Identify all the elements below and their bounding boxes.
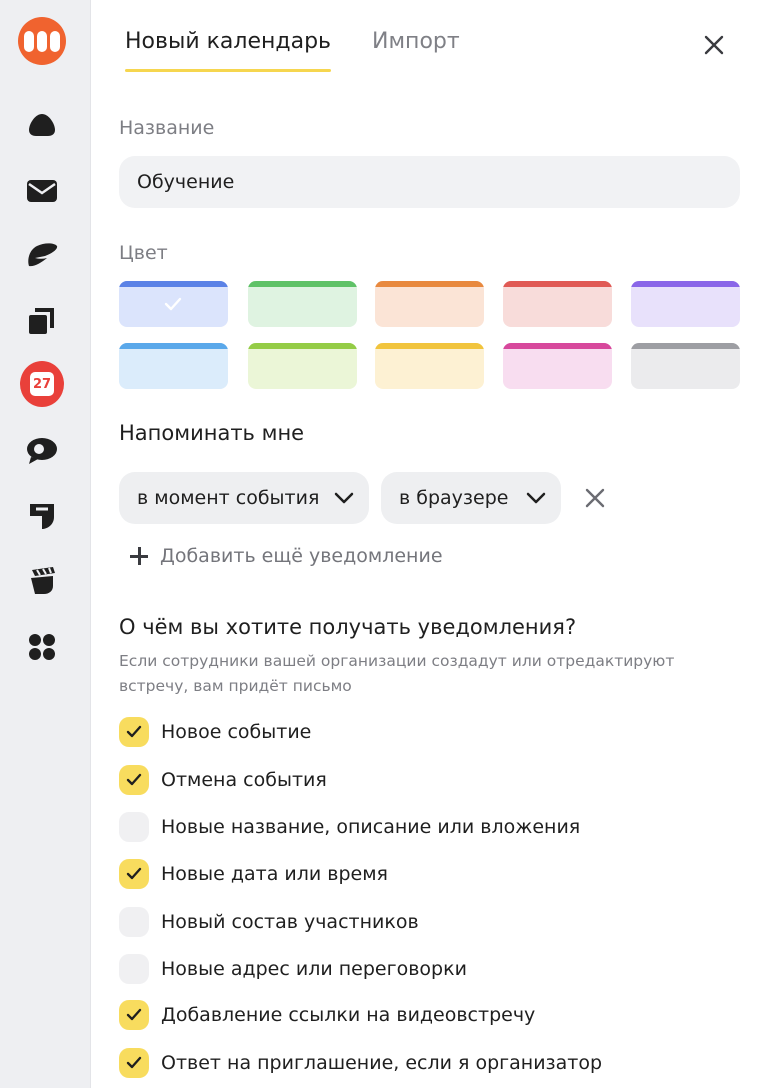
color-swatch[interactable] — [248, 343, 357, 389]
notification-option[interactable]: Ответ на приглашение, если я организатор — [119, 1047, 602, 1079]
cloud-drive-icon[interactable] — [20, 103, 64, 147]
chevron-down-icon — [526, 492, 546, 504]
color-swatch[interactable] — [503, 281, 612, 327]
notify-description: Если сотрудники вашей организации создад… — [119, 652, 675, 695]
checkbox[interactable] — [119, 1000, 149, 1030]
remind-when-select[interactable]: в момент события — [119, 472, 369, 524]
calendar-icon[interactable]: 27 — [20, 361, 64, 407]
color-swatch[interactable] — [631, 343, 740, 389]
plus-icon — [129, 546, 149, 566]
color-swatch-bar — [375, 281, 484, 287]
color-swatch[interactable] — [119, 343, 228, 389]
color-swatch-bar — [248, 343, 357, 349]
notification-option[interactable]: Отмена события — [119, 764, 327, 796]
color-swatch-bar — [631, 343, 740, 349]
color-swatch[interactable] — [119, 281, 228, 327]
check-icon — [126, 773, 142, 786]
checkbox[interactable] — [119, 765, 149, 795]
notify-title: О чём вы хотите получать уведомления? — [119, 615, 577, 639]
calendar-name-input[interactable] — [119, 156, 740, 208]
option-label: Ответ на приглашение, если я организатор — [161, 1052, 603, 1074]
checkbox[interactable] — [119, 1048, 149, 1078]
add-notification-label: Добавить ещё уведомление — [160, 545, 443, 567]
check-icon — [126, 725, 142, 738]
check-icon — [126, 1008, 142, 1021]
notification-option[interactable]: Добавление ссылки на видеовстречу — [119, 999, 535, 1031]
check-icon — [163, 295, 183, 317]
tab-new-calendar[interactable]: Новый календарь — [125, 29, 332, 72]
color-swatch-bar — [119, 343, 228, 349]
documents-icon[interactable] — [20, 299, 64, 343]
color-swatch[interactable] — [503, 343, 612, 389]
close-icon — [704, 35, 724, 55]
close-icon — [585, 488, 605, 508]
remind-title: Напоминать мне — [119, 421, 305, 445]
name-label: Название — [119, 117, 215, 139]
notification-option[interactable]: Новые адрес или переговорки — [119, 953, 467, 985]
close-button[interactable] — [699, 30, 729, 60]
color-swatch[interactable] — [248, 281, 357, 327]
option-label: Добавление ссылки на видеовстречу — [161, 1004, 536, 1026]
checkbox[interactable] — [119, 859, 149, 889]
notification-option[interactable]: Новое событие — [119, 716, 311, 748]
option-label: Отмена события — [161, 769, 327, 791]
color-swatch-bar — [375, 343, 484, 349]
checkbox[interactable] — [119, 812, 149, 842]
remind-when-value: в момент события — [137, 487, 320, 509]
color-swatch-bar — [248, 281, 357, 287]
checkbox[interactable] — [119, 907, 149, 937]
all-services-icon[interactable] — [20, 625, 64, 669]
sidebar: 27 — [0, 0, 91, 1088]
option-label: Новые дата или время — [161, 863, 388, 885]
remind-channel-select[interactable]: в браузере — [381, 472, 561, 524]
option-label: Новое событие — [161, 721, 312, 743]
check-icon — [126, 1056, 142, 1069]
option-label: Новые адрес или переговорки — [161, 958, 467, 980]
chat-icon[interactable] — [20, 429, 64, 473]
messenger-icon[interactable] — [20, 233, 64, 277]
remove-reminder-button[interactable] — [581, 484, 609, 512]
forms-icon[interactable] — [20, 494, 64, 538]
notification-option[interactable]: Новые дата или время — [119, 858, 388, 890]
add-notification-button[interactable]: Добавить ещё уведомление — [129, 545, 443, 567]
color-label: Цвет — [119, 242, 168, 264]
color-swatch-bar — [503, 281, 612, 287]
notes-icon[interactable] — [20, 559, 64, 603]
check-icon — [126, 867, 142, 880]
notification-option[interactable]: Новый состав участников — [119, 906, 419, 938]
checkbox[interactable] — [119, 954, 149, 984]
option-label: Новый состав участников — [161, 911, 419, 933]
color-swatch[interactable] — [375, 281, 484, 327]
color-swatch-bar — [631, 281, 740, 287]
tab-import[interactable]: Импорт — [372, 29, 460, 54]
calendar-day: 27 — [30, 372, 54, 396]
notification-option[interactable]: Новые название, описание или вложения — [119, 811, 580, 843]
chevron-down-icon — [334, 492, 354, 504]
mail-icon[interactable] — [20, 169, 64, 213]
new-calendar-panel: Новый календарь Импорт Название Цвет Нап… — [91, 0, 760, 1088]
checkbox[interactable] — [119, 717, 149, 747]
remind-channel-value: в браузере — [399, 487, 509, 509]
color-swatch[interactable] — [375, 343, 484, 389]
option-label: Новые название, описание или вложения — [161, 816, 581, 838]
logo-icon[interactable] — [18, 17, 66, 65]
color-swatch[interactable] — [631, 281, 740, 327]
color-swatch-bar — [119, 281, 228, 287]
color-swatch-bar — [503, 343, 612, 349]
